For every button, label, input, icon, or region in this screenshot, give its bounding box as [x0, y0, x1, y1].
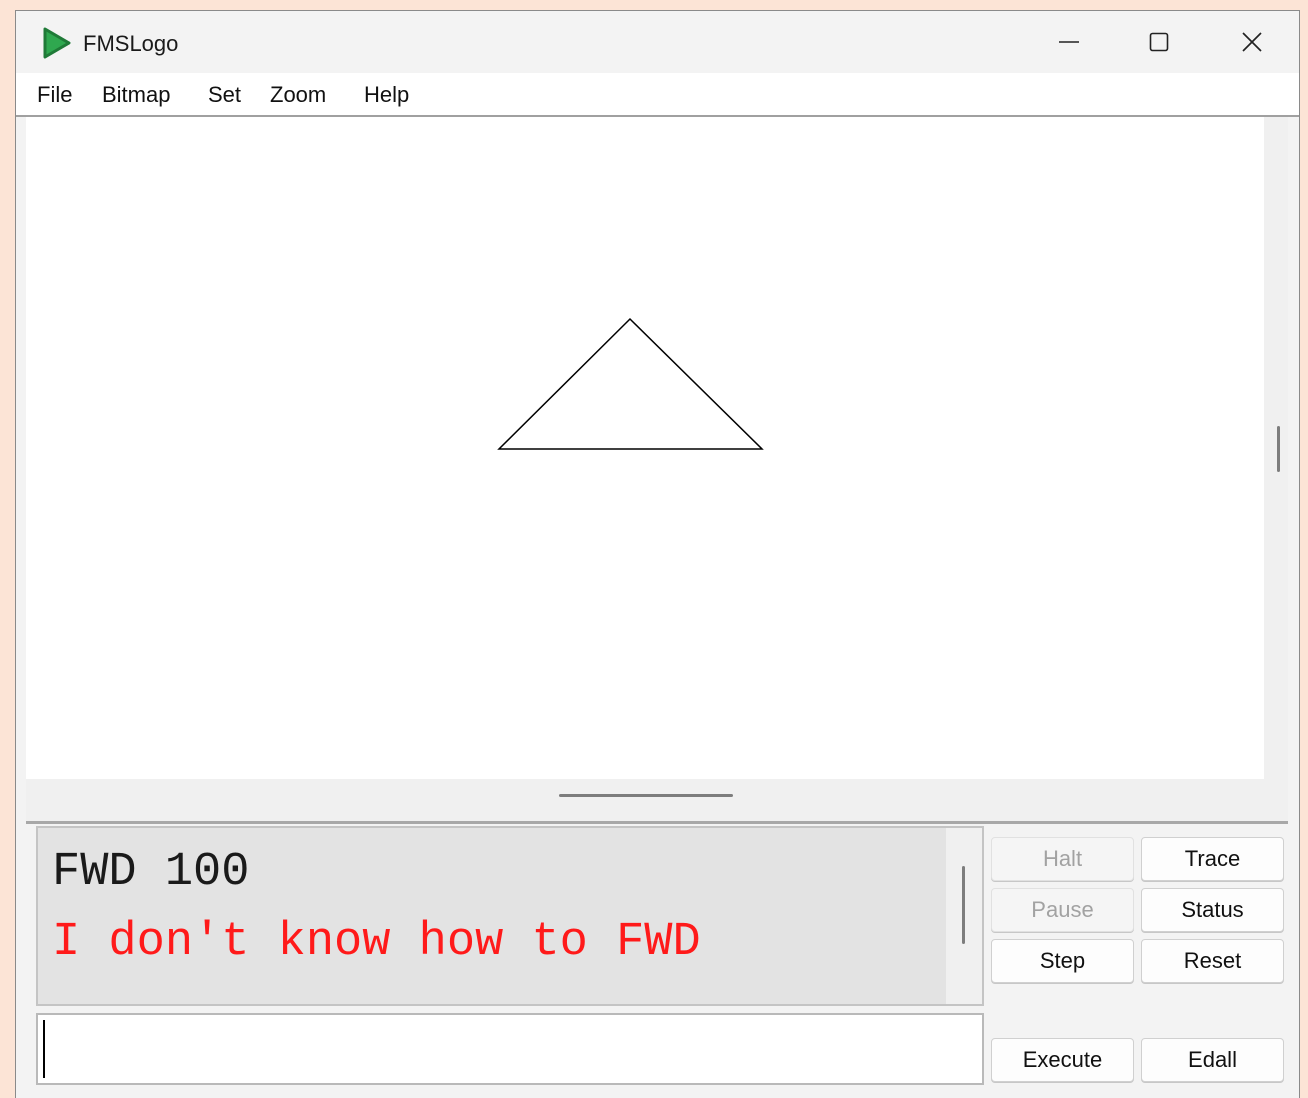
fmslogo-window: FMSLogo File Bitmap Set Zoom Help FWD 10… [15, 10, 1300, 1098]
command-input[interactable] [36, 1013, 984, 1085]
drawing-canvas[interactable] [26, 117, 1264, 779]
pane-splitter[interactable] [26, 821, 1288, 824]
history-line-error: I don't know how to FWD [52, 916, 701, 969]
minimize-icon [1059, 41, 1079, 43]
app-logo-icon [43, 27, 71, 59]
history-scroll-thumb[interactable] [962, 866, 965, 944]
edall-button[interactable]: Edall [1141, 1038, 1284, 1082]
halt-button[interactable]: Halt [991, 837, 1134, 881]
pause-button[interactable]: Pause [991, 888, 1134, 932]
history-line-command: FWD 100 [52, 846, 250, 899]
canvas-horizontal-scrollbar[interactable] [26, 779, 1288, 823]
close-icon [1242, 32, 1262, 52]
menu-bitmap[interactable]: Bitmap [102, 82, 170, 108]
triangle-shape [497, 317, 764, 450]
menu-zoom[interactable]: Zoom [270, 82, 326, 108]
step-button[interactable]: Step [991, 939, 1134, 983]
title-bar[interactable]: FMSLogo [16, 11, 1299, 73]
horizontal-scroll-thumb[interactable] [559, 794, 733, 797]
menu-file[interactable]: File [37, 82, 72, 108]
commander-history[interactable]: FWD 100 I don't know how to FWD [36, 826, 984, 1006]
menu-set[interactable]: Set [208, 82, 241, 108]
status-button[interactable]: Status [1141, 888, 1284, 932]
trace-button[interactable]: Trace [1141, 837, 1284, 881]
reset-button[interactable]: Reset [1141, 939, 1284, 983]
history-scrollbar[interactable] [946, 828, 982, 1004]
text-caret [43, 1020, 45, 1078]
maximize-icon [1149, 32, 1169, 52]
window-title: FMSLogo [83, 31, 179, 56]
menu-bar: File Bitmap Set Zoom Help [16, 73, 1299, 117]
menu-help[interactable]: Help [364, 82, 409, 108]
close-button[interactable] [1217, 19, 1287, 65]
turtle-drawing [497, 317, 764, 450]
minimize-button[interactable] [1034, 19, 1104, 65]
canvas-vertical-scrollbar[interactable] [1264, 117, 1288, 779]
vertical-scroll-thumb[interactable] [1277, 426, 1280, 472]
maximize-button[interactable] [1124, 19, 1194, 65]
execute-button[interactable]: Execute [991, 1038, 1134, 1082]
